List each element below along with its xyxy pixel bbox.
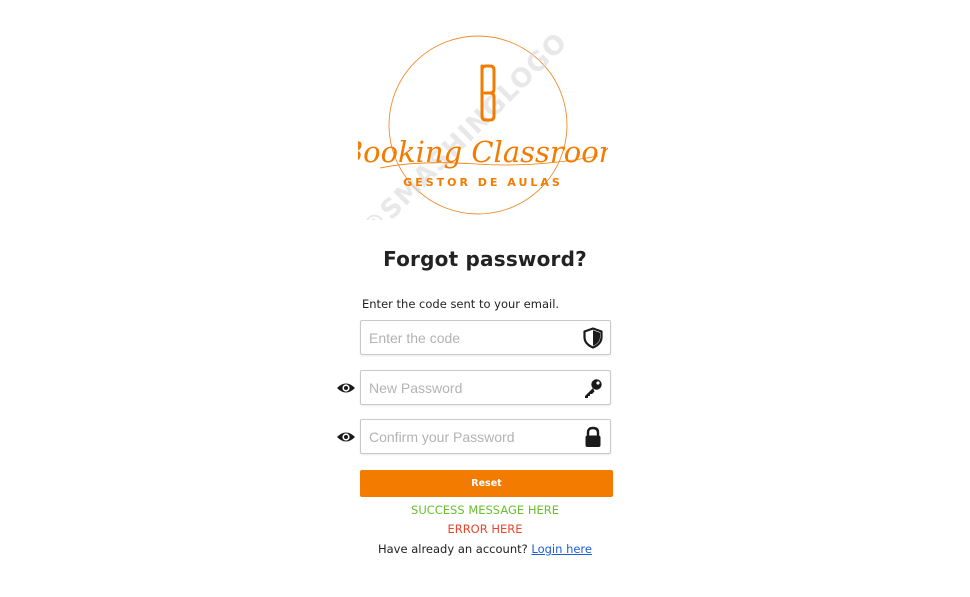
brand-logo: ©SMASHINGLOGO Booking Classroom GESTOR D… (358, 30, 608, 220)
instruction-text: Enter the code sent to your email. (362, 297, 560, 311)
login-prompt-text: Have already an account? (377, 542, 528, 556)
forgot-password-page: ©SMASHINGLOGO Booking Classroom GESTOR D… (0, 0, 970, 597)
toggle-new-password-visibility-eye-icon[interactable] (336, 381, 356, 395)
login-link[interactable]: Login here (531, 542, 592, 556)
new-password-input[interactable] (361, 371, 579, 404)
shield-icon (583, 327, 603, 349)
toggle-confirm-password-visibility-eye-icon[interactable] (336, 430, 356, 444)
new-password-field (360, 370, 611, 405)
error-message: ERROR HERE (447, 522, 523, 536)
lock-icon (585, 426, 601, 447)
reset-button[interactable]: Reset (360, 470, 613, 497)
confirm-password-field (360, 419, 611, 454)
key-icon (585, 379, 602, 398)
code-input[interactable] (361, 321, 579, 354)
watermark-text: ©SMASHINGLOGO (358, 30, 574, 220)
confirm-password-input[interactable] (361, 420, 579, 453)
brand-tagline: GESTOR DE AULAS (403, 176, 563, 189)
page-title: Forgot password? (383, 247, 587, 271)
brand-name: Booking Classroom (358, 135, 608, 169)
success-message: SUCCESS MESSAGE HERE (411, 503, 559, 517)
login-prompt: Have already an account? Login here (0, 542, 970, 556)
code-field (360, 320, 611, 355)
